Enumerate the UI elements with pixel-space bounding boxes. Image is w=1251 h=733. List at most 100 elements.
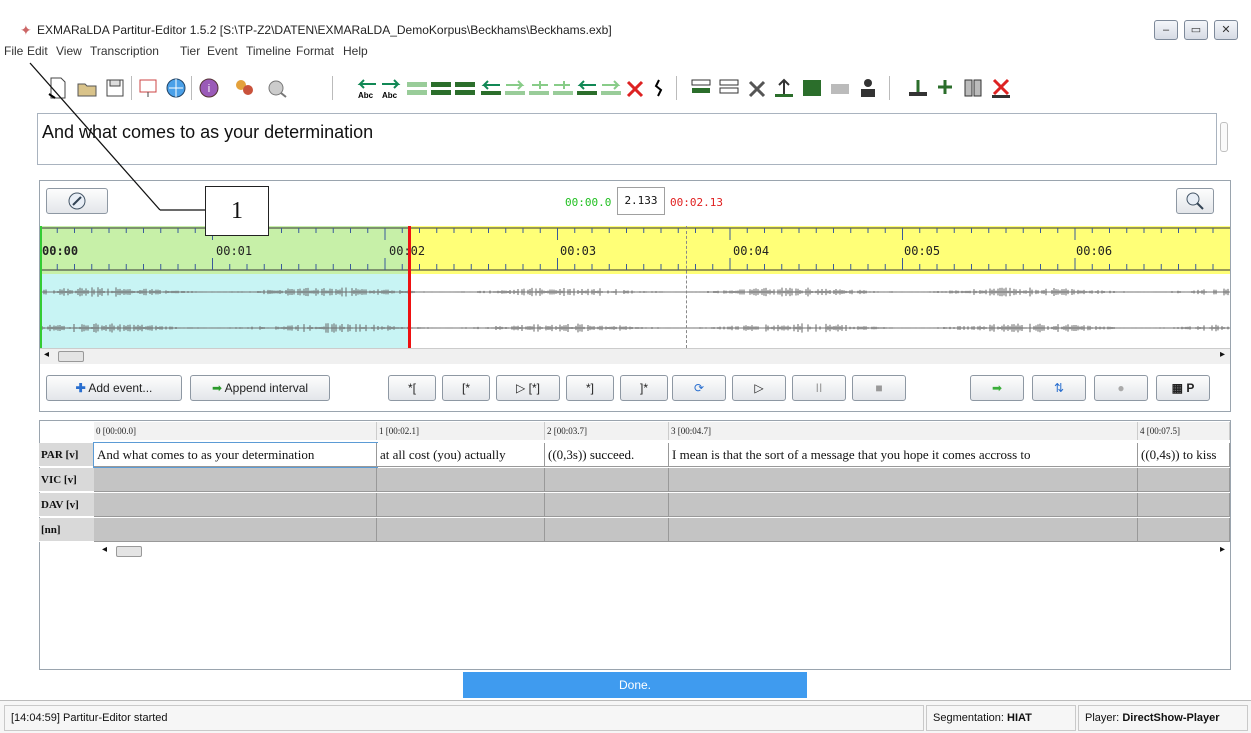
menu-format[interactable]: Format [296,44,334,58]
shift-right-abc-icon[interactable]: Abc [380,76,402,100]
zoom-out-button[interactable] [46,188,108,214]
scroll-left-icon[interactable]: ◂ [44,349,49,360]
insert-left-icon[interactable] [528,76,550,100]
event-cell[interactable]: And what comes to as your determination [93,442,378,468]
insert-right-icon[interactable] [552,76,574,100]
event-cell[interactable]: I mean is that the sort of a message tha… [669,443,1138,467]
column-header[interactable]: 3 [00:04.7] [669,422,1138,440]
event-cell[interactable] [669,493,1138,517]
append-interval-button[interactable]: ➡ Append interval [190,375,330,401]
play-button[interactable]: ▷ [732,375,786,401]
split-column-icon[interactable] [962,76,984,100]
tier-order-icon[interactable] [801,76,823,100]
presentation-icon[interactable] [137,76,159,100]
column-header[interactable]: 1 [00:02.1] [377,422,545,440]
swap-button[interactable]: ⇅ [1032,375,1086,401]
zoom-in-button[interactable] [1176,188,1214,214]
event-cell[interactable] [377,518,545,542]
select-start-inner-button[interactable]: [* [442,375,490,401]
scroll-right-icon[interactable]: ▸ [1220,349,1225,360]
scroll-right-icon[interactable]: ▸ [1220,544,1225,555]
shift-left-abc-icon[interactable]: Abc [356,76,378,100]
remove-left-icon[interactable] [576,76,598,100]
new-file-icon[interactable] [47,76,69,100]
event-preview-box[interactable]: And what comes to as your determination [37,113,1217,165]
speaker-table-icon[interactable] [857,76,879,100]
column-header[interactable]: 2 [00:03.7] [545,422,669,440]
menu-transcription[interactable]: Transcription [90,44,159,58]
move-tier-up-icon[interactable] [773,76,795,100]
pause-button[interactable]: II [792,375,846,401]
column-header[interactable]: 4 [00:07.5] [1138,422,1230,440]
split-multi-icon[interactable] [454,76,476,100]
save-icon[interactable] [104,76,126,100]
insert-tier-icon[interactable] [718,76,740,100]
menu-event[interactable]: Event [207,44,238,58]
scroll-left-icon[interactable]: ◂ [102,544,107,555]
add-event-button[interactable]: ✚ Add event... [46,375,182,401]
select-start-button[interactable]: *[ [388,375,436,401]
event-cell[interactable]: ((0,4s)) to kiss [1138,443,1230,467]
event-cell[interactable] [94,468,377,492]
minimize-button[interactable]: ‒ [1154,20,1178,40]
close-button[interactable]: ✕ [1214,20,1238,40]
select-end-outer-button[interactable]: ]* [620,375,668,401]
open-folder-icon[interactable] [76,76,98,100]
menu-timeline[interactable]: Timeline [246,44,291,58]
column-header[interactable]: 0 [00:00.0] [94,422,377,440]
table-horizontal-scrollbar[interactable]: ◂ ▸ [94,544,1230,560]
split-icon[interactable] [430,76,452,100]
globe-icon[interactable] [165,76,187,100]
loop-button[interactable]: ⟳ [672,375,726,401]
remove-timeline-icon[interactable] [990,76,1012,100]
menu-help[interactable]: Help [343,44,368,58]
insert-timeline-item-icon[interactable] [907,76,929,100]
event-cell[interactable] [545,493,669,517]
tier-label-par[interactable]: PAR [v] [39,443,94,467]
preview-scrollbar[interactable] [1220,122,1228,152]
event-cell[interactable] [94,493,377,517]
next-event-button[interactable]: ➡ [970,375,1024,401]
speakers-icon[interactable] [233,76,255,100]
hide-tier-icon[interactable] [829,76,851,100]
info-icon[interactable]: i [198,76,220,100]
search-disc-icon[interactable] [266,76,288,100]
event-cell[interactable] [94,518,377,542]
event-cell[interactable] [1138,518,1230,542]
menu-tier[interactable]: Tier [180,44,200,58]
tier-label-nn[interactable]: [nn] [39,518,94,542]
remove-tier-icon[interactable] [746,76,768,100]
event-cell[interactable] [377,468,545,492]
add-tier-icon[interactable] [690,76,712,100]
tier-label-dav[interactable]: DAV [v] [39,493,94,517]
menu-edit[interactable]: Edit [27,44,48,58]
waveform-area[interactable] [40,274,1230,348]
event-cell[interactable] [669,468,1138,492]
clapper-p-button[interactable]: ▦ P [1156,375,1210,401]
move-left-icon[interactable] [480,76,502,100]
current-time-field[interactable]: 2.133 [617,187,665,215]
menu-file[interactable]: File [4,44,23,58]
menu-view[interactable]: View [56,44,82,58]
playback-cursor[interactable] [408,226,411,348]
event-cell[interactable]: ((0,3s)) succeed. [545,443,669,467]
event-cell[interactable] [377,493,545,517]
remove-right-icon[interactable] [600,76,622,100]
event-cell[interactable] [669,518,1138,542]
event-cell[interactable] [545,518,669,542]
maximize-button[interactable]: ▭ [1184,20,1208,40]
move-right-icon[interactable] [504,76,526,100]
event-cell[interactable] [1138,493,1230,517]
tier-label-vic[interactable]: VIC [v] [39,468,94,492]
record-button[interactable]: ● [1094,375,1148,401]
selection-start-cursor[interactable] [40,226,42,348]
scroll-thumb[interactable] [116,546,142,557]
event-cell[interactable] [1138,468,1230,492]
play-selection-button[interactable]: ▷ [*] [496,375,560,401]
event-cell[interactable]: at all cost (you) actually [377,443,545,467]
pause-marker-icon[interactable] [648,76,670,100]
scroll-thumb[interactable] [58,351,84,362]
select-end-button[interactable]: *] [566,375,614,401]
event-cell[interactable] [545,468,669,492]
media-horizontal-scrollbar[interactable]: ◂ ▸ [40,348,1230,364]
